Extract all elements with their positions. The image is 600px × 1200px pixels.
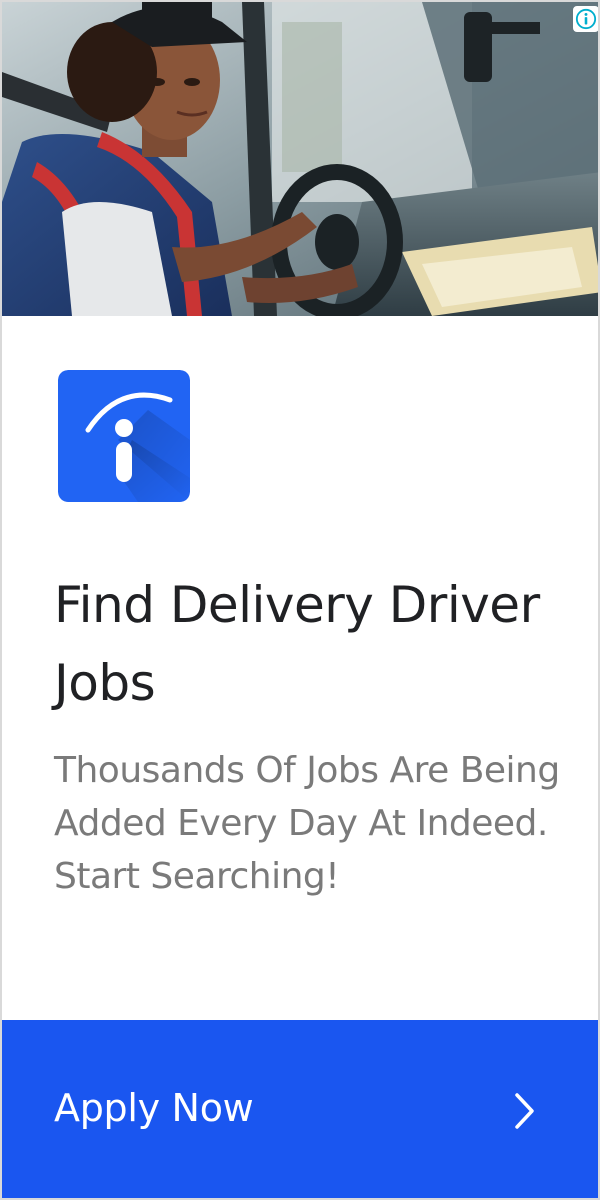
info-icon [575,8,597,30]
advertiser-logo[interactable] [58,370,190,502]
delivery-driver-photo [2,2,598,316]
ad-card[interactable]: Find Delivery Driver Jobs Thousands Of J… [0,0,600,1200]
chevron-right-icon [514,1092,536,1130]
ad-description: Thousands Of Jobs Are Being Added Every … [54,750,560,897]
indeed-logo-icon [58,370,190,502]
ad-headline[interactable]: Find Delivery Driver Jobs [54,566,564,722]
hero-image[interactable] [2,2,598,316]
apply-now-button[interactable]: Apply Now [2,1020,598,1198]
ad-info-button[interactable] [573,6,598,32]
apply-now-label: Apply Now [54,1086,254,1130]
ad-content: Find Delivery Driver Jobs Thousands Of J… [2,316,598,1020]
